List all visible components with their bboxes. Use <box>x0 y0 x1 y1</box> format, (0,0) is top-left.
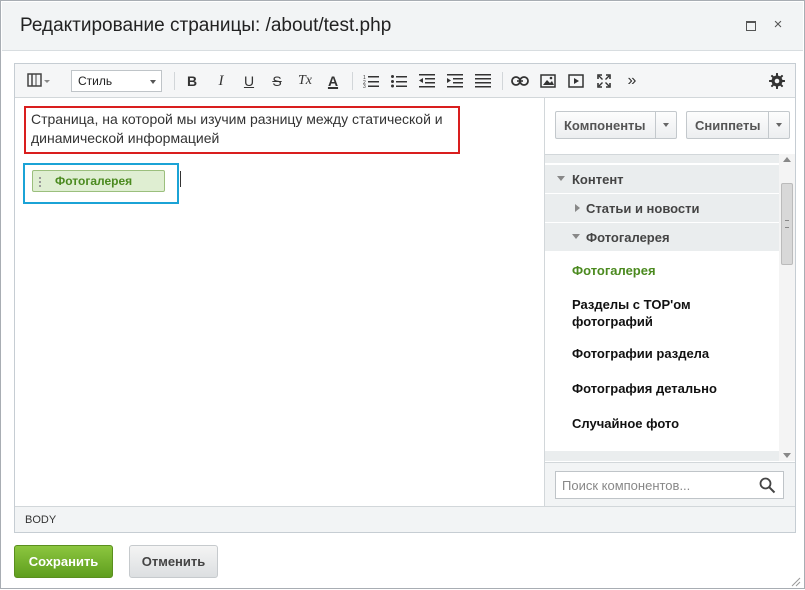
toolbar-divider <box>174 72 175 90</box>
bold-button[interactable]: B <box>182 71 202 91</box>
components-sidebar: Компоненты Сниппеты Контент Статьи и нов… <box>544 98 795 506</box>
text-cursor <box>180 171 181 187</box>
chevron-down-icon[interactable] <box>768 112 789 138</box>
link-icon[interactable] <box>510 71 530 91</box>
style-select-value: Стиль <box>78 74 113 88</box>
caret-down-icon <box>572 234 580 239</box>
tree-sub-label: Фотогалерея <box>586 230 670 245</box>
tree-sub-articles[interactable]: Статьи и новости <box>545 194 779 223</box>
component-item[interactable]: Случайное фото <box>572 415 772 432</box>
close-icon[interactable]: × <box>770 17 786 33</box>
editor-statusbar: BODY <box>15 506 795 532</box>
remove-format-button[interactable]: Tx <box>295 71 315 91</box>
html-editor: Стиль B I U S Tx A 123 » Страница, на ко… <box>14 63 796 533</box>
cancel-button[interactable]: Отменить <box>129 545 218 578</box>
view-mode-icon[interactable] <box>25 71 53 91</box>
dialog-title: Редактирование страницы: /about/test.php <box>20 15 392 36</box>
element-path[interactable]: BODY <box>25 514 56 526</box>
component-item[interactable]: Фотографии раздела <box>572 345 772 362</box>
tree-row-partial <box>545 155 779 164</box>
snippets-button-label: Сниппеты <box>695 118 761 133</box>
snippets-button[interactable]: Сниппеты <box>686 111 790 139</box>
fullscreen-icon[interactable] <box>594 71 614 91</box>
caret-down-icon <box>557 176 565 181</box>
dialog-titlebar[interactable]: Редактирование страницы: /about/test.php… <box>2 2 803 51</box>
align-icon[interactable] <box>473 71 493 91</box>
component-item[interactable]: Фотогалерея <box>572 262 772 279</box>
more-tools-icon[interactable]: » <box>622 71 642 91</box>
component-item[interactable]: Разделы с TOP'ом фотографий <box>572 296 772 330</box>
search-icon[interactable] <box>759 477 776 497</box>
caret-right-icon <box>575 204 580 212</box>
underline-button[interactable]: U <box>239 71 259 91</box>
components-button-label: Компоненты <box>564 118 646 133</box>
edit-page-dialog: Редактирование страницы: /about/test.php… <box>0 0 805 589</box>
component-item[interactable]: Фотография детально <box>572 380 772 397</box>
image-icon[interactable] <box>538 71 558 91</box>
resize-handle-icon[interactable] <box>789 575 801 587</box>
tree-group-label: Контент <box>572 172 624 187</box>
style-select[interactable]: Стиль <box>71 70 162 92</box>
ordered-list-icon[interactable]: 123 <box>361 71 381 91</box>
chevron-down-icon <box>150 80 156 84</box>
tree-row-partial <box>545 451 779 461</box>
component-chip-photogallery[interactable]: Фотогалерея <box>32 170 165 192</box>
component-search-bar <box>545 462 795 506</box>
content-paragraph[interactable]: Страница, на которой мы изучим разницу м… <box>24 106 460 154</box>
component-chip-label: Фотогалерея <box>55 174 133 188</box>
components-tree: Контент Статьи и новости Фотогалерея Фот… <box>545 154 779 461</box>
tree-sub-photogallery[interactable]: Фотогалерея <box>545 223 779 252</box>
tree-group-content[interactable]: Контент <box>545 165 779 194</box>
chevron-down-icon[interactable] <box>655 112 676 138</box>
tree-sub-label: Статьи и новости <box>586 201 700 216</box>
tree-scrollbar[interactable] <box>779 154 795 461</box>
maximize-icon[interactable] <box>743 17 759 33</box>
component-highlight: Фотогалерея <box>23 163 179 204</box>
gear-icon[interactable] <box>767 71 787 91</box>
outdent-icon[interactable] <box>417 71 437 91</box>
scroll-down-icon[interactable] <box>783 453 791 458</box>
font-color-button[interactable]: A <box>323 71 343 91</box>
drag-handle-icon[interactable] <box>39 177 41 187</box>
editor-toolbar: Стиль B I U S Tx A 123 » <box>15 64 795 98</box>
toolbar-divider <box>502 72 503 90</box>
scroll-up-icon[interactable] <box>783 157 791 162</box>
toolbar-divider <box>352 72 353 90</box>
unordered-list-icon[interactable] <box>389 71 409 91</box>
indent-icon[interactable] <box>445 71 465 91</box>
save-button[interactable]: Сохранить <box>14 545 113 578</box>
component-search-input[interactable] <box>555 471 784 499</box>
scrollbar-thumb[interactable] <box>781 183 793 265</box>
content-editable-area[interactable]: Страница, на которой мы изучим разницу м… <box>15 98 544 506</box>
strikethrough-button[interactable]: S <box>267 71 287 91</box>
components-button[interactable]: Компоненты <box>555 111 677 139</box>
video-icon[interactable] <box>566 71 586 91</box>
italic-button[interactable]: I <box>211 71 231 91</box>
svg-text:3: 3 <box>363 84 366 88</box>
